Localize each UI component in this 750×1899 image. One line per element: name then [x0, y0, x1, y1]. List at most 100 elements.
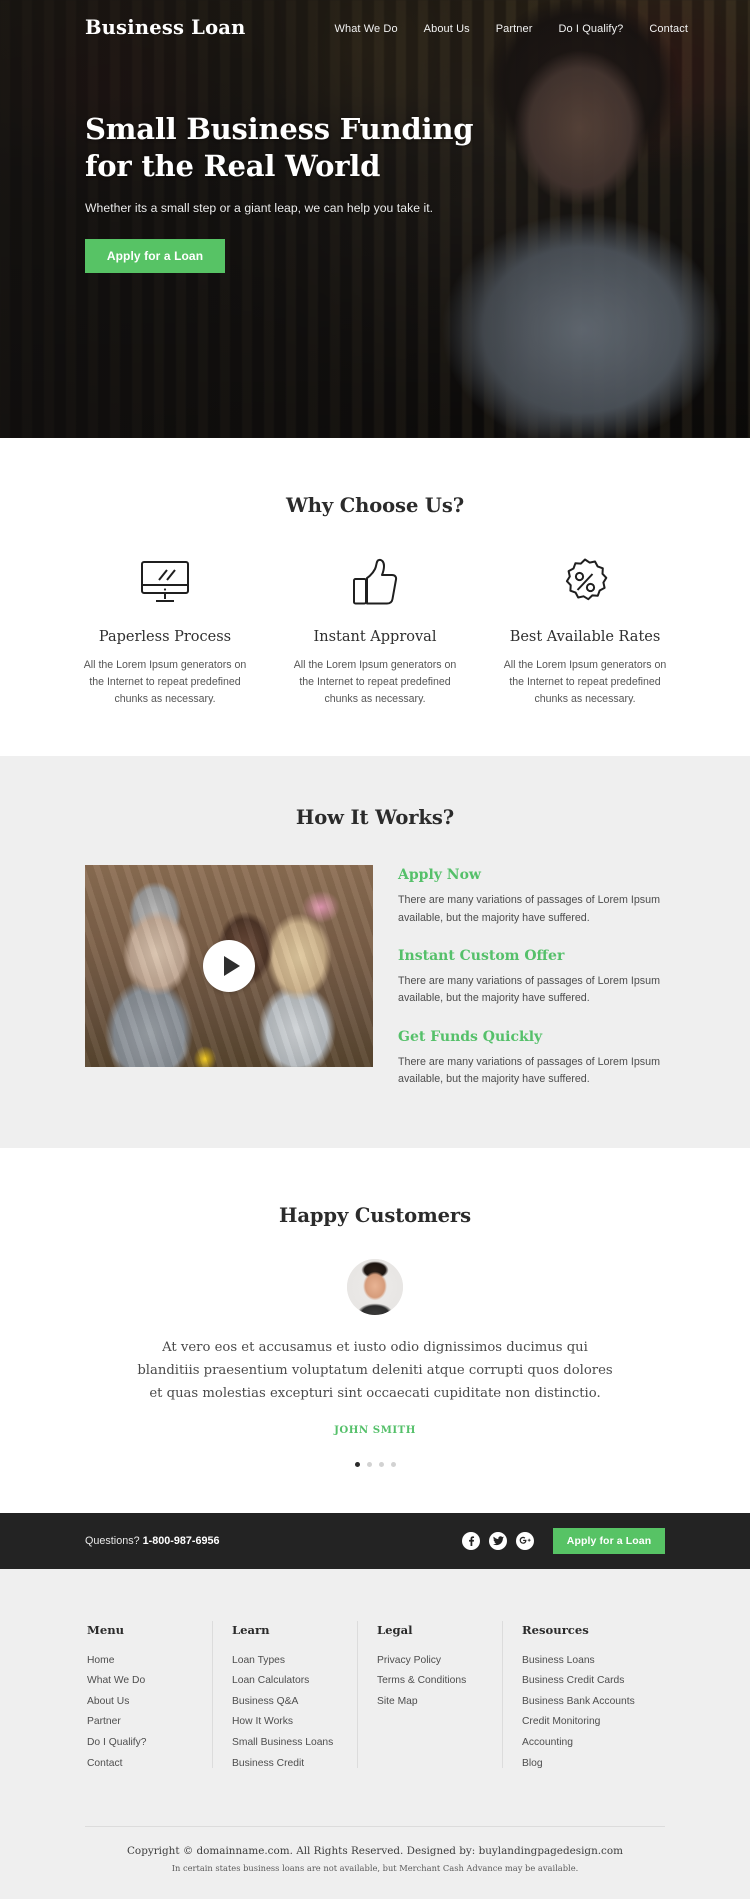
footer-link-small-business-loans[interactable]: Small Business Loans [232, 1733, 375, 1754]
feature-list: Paperless Process All the Lorem Ipsum ge… [0, 553, 750, 708]
hero-apply-button[interactable]: Apply for a Loan [85, 239, 225, 274]
footer-link-business-credit[interactable]: Business Credit [232, 1754, 375, 1775]
nav-item-partner[interactable]: Partner [496, 23, 533, 35]
testimonial-author: JOHN SMITH [334, 1423, 416, 1436]
footer-column-title: Legal [377, 1622, 413, 1637]
google-plus-icon[interactable] [516, 1531, 534, 1550]
footer-link-what-we-do[interactable]: What We Do [87, 1671, 230, 1692]
footer-link-loan-calculators[interactable]: Loan Calculators [232, 1671, 375, 1692]
hero-title-line-2: for the Real World [85, 148, 381, 183]
hero-subtitle: Whether its a small step or a giant leap… [85, 201, 434, 216]
footer-column-learn: Learn Loan Types Loan Calculators Busine… [212, 1620, 375, 1775]
facebook-icon[interactable] [462, 1531, 480, 1550]
footer-link-about-us[interactable]: About Us [87, 1692, 230, 1713]
footer-link-business-qa[interactable]: Business Q&A [232, 1692, 375, 1713]
footer-columns: Menu Home What We Do About Us Partner Do… [0, 1620, 750, 1775]
how-it-works-body: Apply Now There are many variations of p… [0, 865, 750, 1088]
footer-column-title: Resources [522, 1622, 589, 1637]
footer-link-home[interactable]: Home [87, 1651, 230, 1672]
contact-cta-bar: Questions? 1-800-987-6956 Apply for a Lo… [0, 1512, 750, 1569]
footer-link-business-credit-cards[interactable]: Business Credit Cards [522, 1671, 665, 1692]
how-it-works-video-thumbnail[interactable] [85, 865, 373, 1068]
testimonial-quote: At vero eos et accusamus et iusto odio d… [137, 1340, 613, 1401]
footer-link-contact[interactable]: Contact [87, 1754, 230, 1775]
step-title: Instant Custom Offer [398, 948, 565, 965]
footer-column-menu: Menu Home What We Do About Us Partner Do… [85, 1623, 230, 1775]
play-icon[interactable] [203, 940, 255, 993]
nav-item-contact[interactable]: Contact [649, 23, 688, 35]
carousel-dot-1[interactable] [354, 1461, 360, 1467]
twitter-icon[interactable] [489, 1531, 507, 1550]
footer-link-partner[interactable]: Partner [87, 1712, 230, 1733]
nav-item-about-us[interactable]: About Us [424, 23, 470, 35]
how-it-works-section: How It Works? Apply Now There are many v… [0, 756, 750, 1149]
step-text: There are many variations of passages of… [398, 1055, 660, 1086]
footer-link-blog[interactable]: Blog [522, 1754, 665, 1775]
questions-text: Questions? 1-800-987-6956 [85, 1535, 219, 1547]
feature-paperless-process: Paperless Process All the Lorem Ipsum ge… [60, 553, 270, 708]
feature-title: Instant Approval [313, 629, 437, 645]
footer-column-title: Learn [232, 1622, 270, 1637]
carousel-dots [0, 1461, 750, 1467]
why-choose-us-title: Why Choose Us? [285, 494, 465, 517]
cta-bar-right: Apply for a Loan [462, 1527, 665, 1554]
nav-item-do-i-qualify[interactable]: Do I Qualify? [559, 23, 624, 35]
carousel-dot-4[interactable] [390, 1461, 396, 1467]
step-instant-custom-offer: Instant Custom Offer There are many vari… [398, 948, 665, 1008]
site-logo[interactable]: Business Loan [85, 16, 246, 39]
feature-title: Paperless Process [98, 629, 232, 645]
monitor-icon [78, 553, 252, 611]
cta-bar-apply-button[interactable]: Apply for a Loan [553, 1527, 665, 1554]
hero-content: Small Business Funding for the Real Worl… [0, 39, 750, 274]
why-choose-us-section: Why Choose Us? Paperless Process All the [0, 438, 750, 757]
step-title: Get Funds Quickly [398, 1028, 543, 1045]
footer-link-do-i-qualify[interactable]: Do I Qualify? [87, 1733, 230, 1754]
footer-bottom: Copyright © domainname.com. All Rights R… [0, 1810, 750, 1899]
how-it-works-steps: Apply Now There are many variations of p… [398, 865, 665, 1088]
phone-number[interactable]: 1-800-987-6956 [143, 1535, 220, 1547]
step-get-funds-quickly: Get Funds Quickly There are many variati… [398, 1029, 665, 1089]
feature-best-available-rates: Best Available Rates All the Lorem Ipsum… [480, 553, 690, 708]
step-text: There are many variations of passages of… [398, 894, 660, 924]
step-apply-now: Apply Now There are many variations of p… [398, 867, 665, 927]
hero-section: Business Loan What We Do About Us Partne… [0, 0, 750, 438]
testimonials-title: Happy Customers [279, 1204, 471, 1228]
percent-badge-icon [498, 553, 672, 611]
avatar-photo [347, 1259, 403, 1316]
disclaimer-text: In certain states business loans are not… [171, 1863, 579, 1874]
testimonials-section: Happy Customers At vero eos et accusamus… [0, 1148, 750, 1513]
footer-link-terms-conditions[interactable]: Terms & Conditions [377, 1671, 520, 1692]
footer-column-resources: Resources Business Loans Business Credit… [502, 1620, 665, 1775]
feature-title: Best Available Rates [509, 629, 661, 645]
thumbs-up-icon [288, 553, 462, 611]
landing-page: Business Loan What We Do About Us Partne… [0, 0, 750, 1899]
footer-link-loan-types[interactable]: Loan Types [232, 1651, 375, 1672]
footer-link-business-loans[interactable]: Business Loans [522, 1651, 665, 1672]
feature-instant-approval: Instant Approval All the Lorem Ipsum gen… [270, 553, 480, 708]
footer-link-site-map[interactable]: Site Map [377, 1692, 520, 1713]
how-it-works-title: How It Works? [295, 806, 455, 830]
feature-text: All the Lorem Ipsum generators on the In… [503, 659, 667, 706]
step-text: There are many variations of passages of… [398, 975, 660, 1005]
footer-link-accounting[interactable]: Accounting [522, 1733, 665, 1754]
footer-link-privacy-policy[interactable]: Privacy Policy [377, 1651, 520, 1672]
header-bar: Business Loan What We Do About Us Partne… [0, 0, 750, 39]
avatar [347, 1259, 403, 1316]
nav-item-what-we-do[interactable]: What We Do [335, 23, 398, 35]
carousel-dot-2[interactable] [366, 1461, 372, 1467]
hero-title-line-1: Small Business Funding [85, 112, 474, 146]
feature-text: All the Lorem Ipsum generators on the In… [83, 659, 247, 706]
step-title: Apply Now [398, 867, 481, 884]
footer-link-credit-monitoring[interactable]: Credit Monitoring [522, 1712, 665, 1733]
footer-column-legal: Legal Privacy Policy Terms & Conditions … [357, 1620, 520, 1775]
carousel-dot-3[interactable] [378, 1461, 384, 1467]
footer-column-title: Menu [87, 1622, 125, 1637]
hero-title: Small Business Funding for the Real Worl… [85, 111, 505, 184]
main-nav: What We Do About Us Partner Do I Qualify… [335, 20, 688, 35]
footer-divider [85, 1826, 665, 1828]
footer: Menu Home What We Do About Us Partner Do… [0, 1568, 750, 1899]
copyright-text: Copyright © domainname.com. All Rights R… [126, 1845, 623, 1858]
footer-link-business-bank-accounts[interactable]: Business Bank Accounts [522, 1692, 665, 1713]
questions-label: Questions? [85, 1534, 143, 1547]
footer-link-how-it-works[interactable]: How It Works [232, 1712, 375, 1733]
